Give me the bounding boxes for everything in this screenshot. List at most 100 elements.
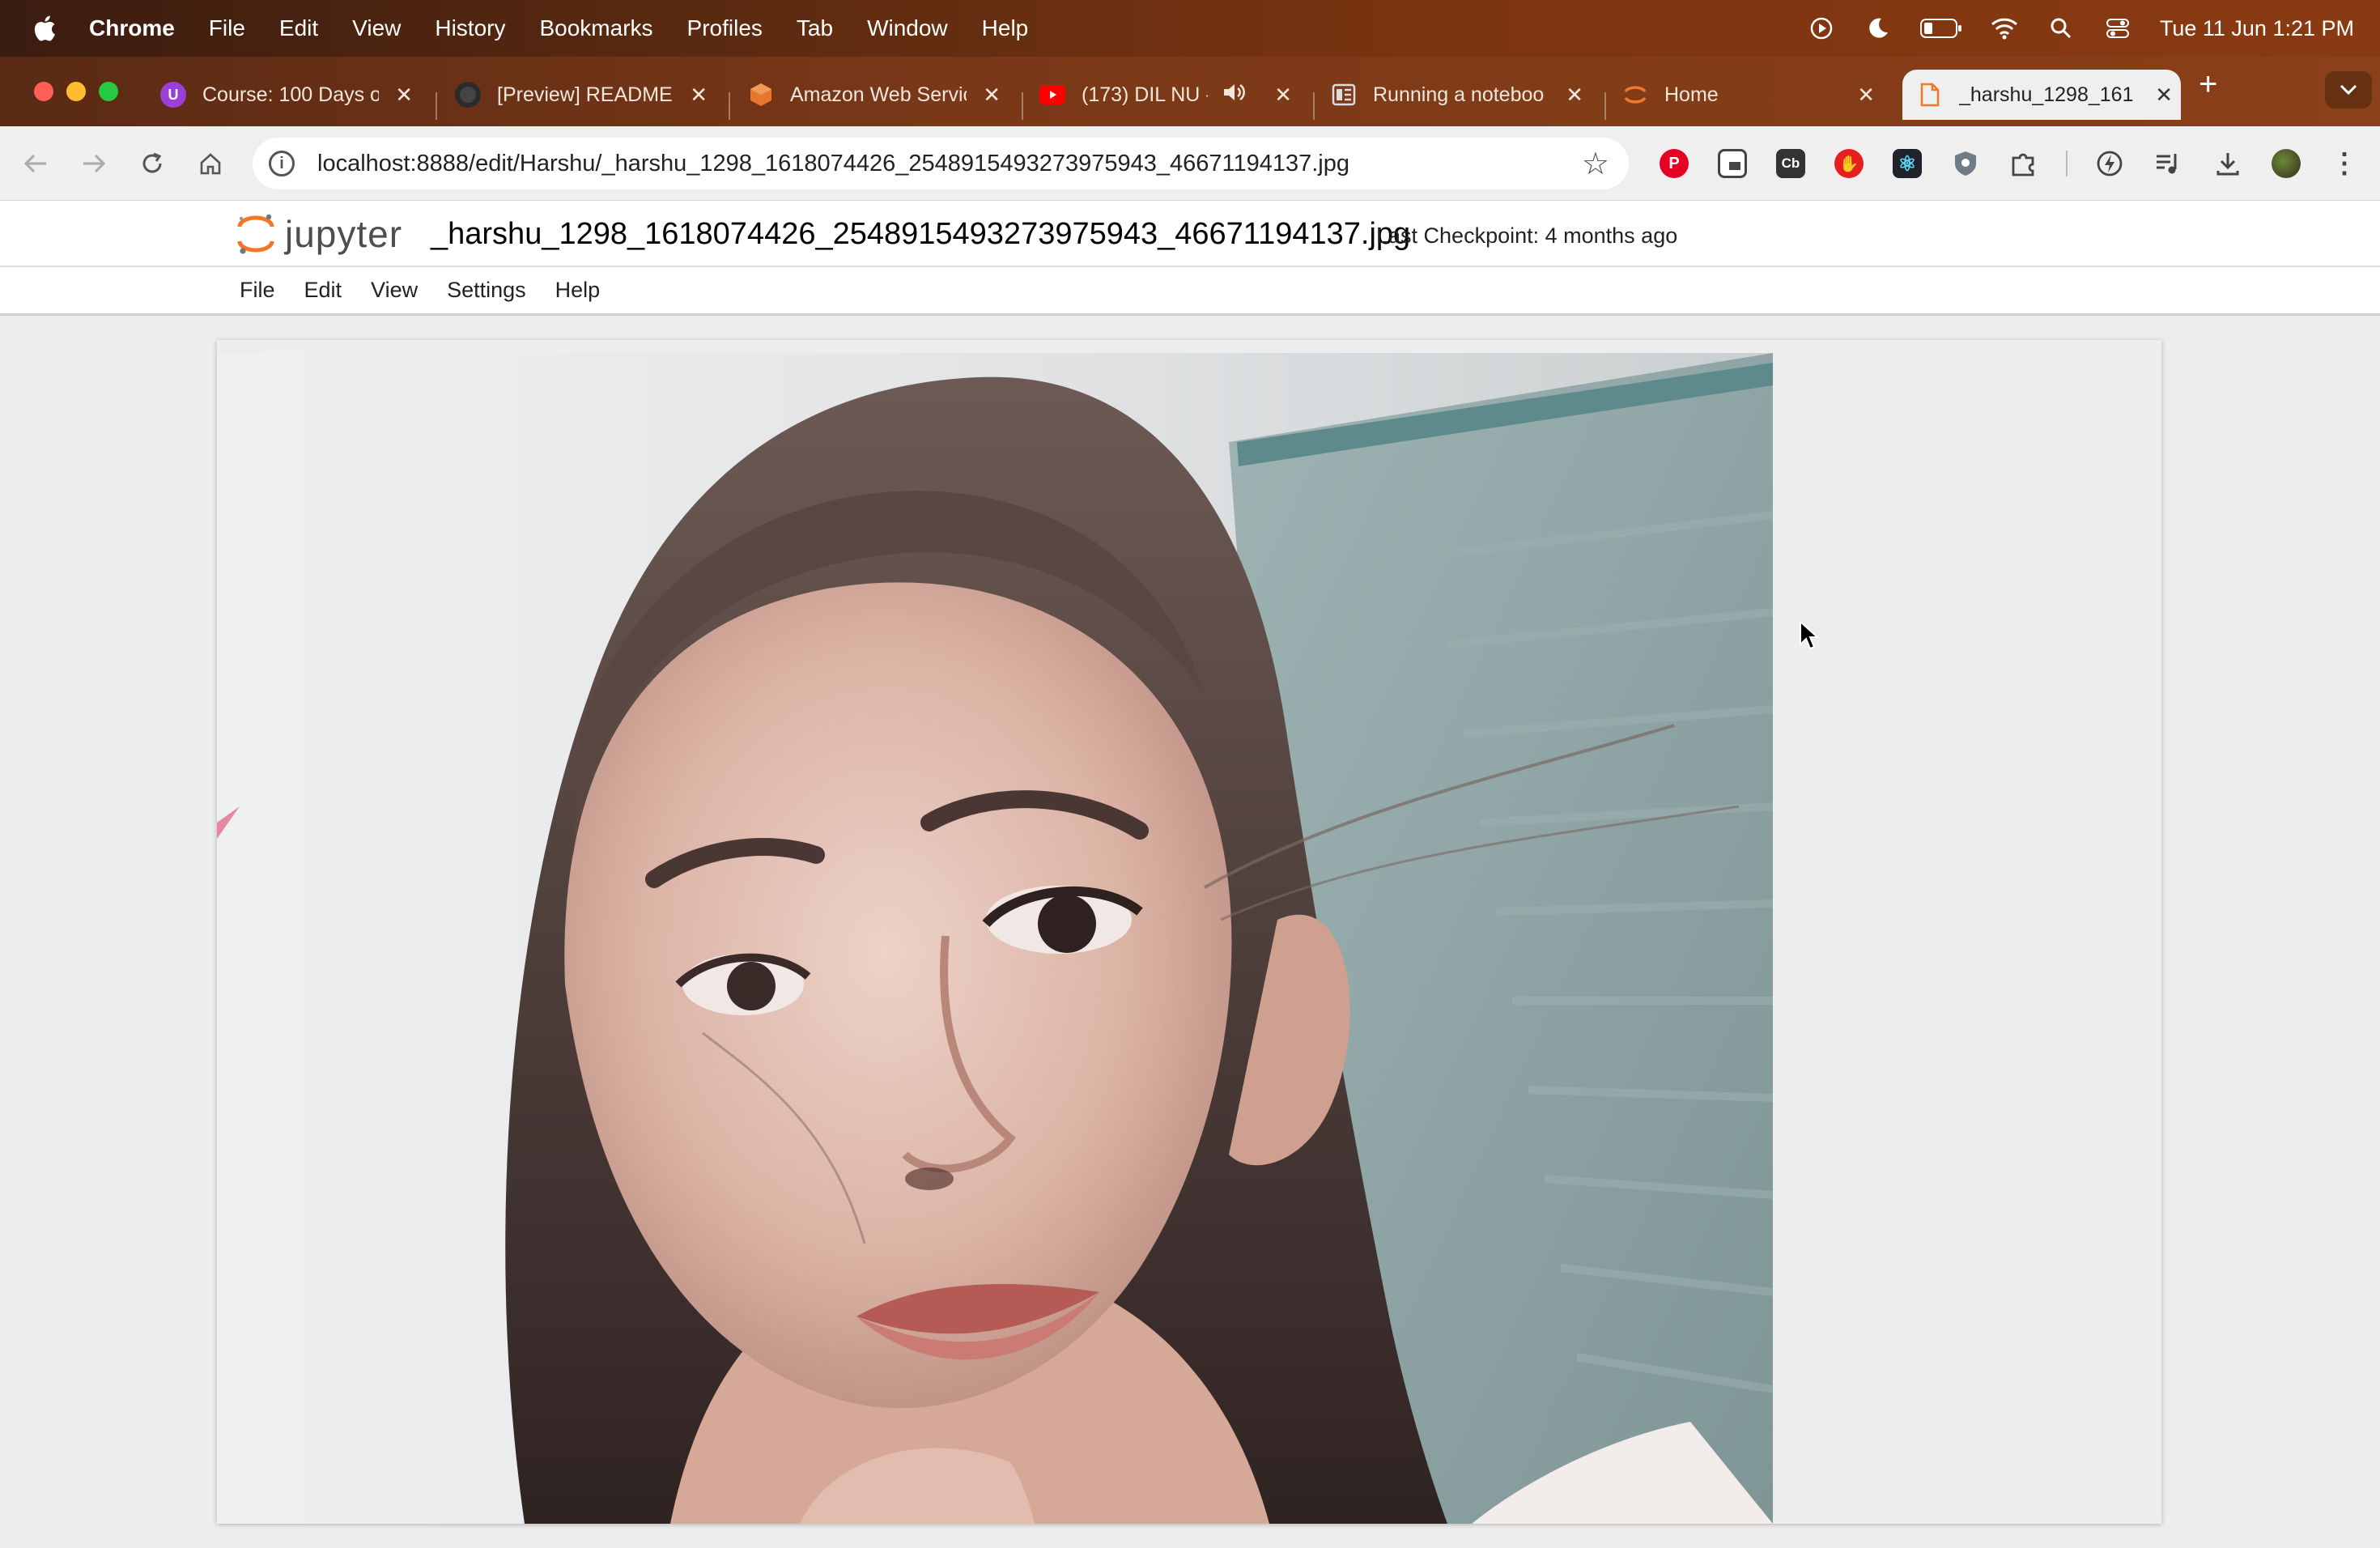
menu-history[interactable]: History <box>435 15 505 41</box>
window-close-button[interactable] <box>34 82 53 101</box>
tab-github-readme[interactable]: [Preview] README. ✕ <box>455 70 716 120</box>
tab-title: Course: 100 Days o <box>202 83 379 106</box>
youtube-icon <box>1039 82 1065 108</box>
close-icon[interactable]: ✕ <box>2155 83 2173 108</box>
file-title[interactable]: _harshu_1298_1618074426_2548915493273975… <box>431 217 1410 252</box>
tab-separator <box>1313 92 1315 120</box>
menu-view[interactable]: View <box>352 15 401 41</box>
home-icon <box>200 153 221 175</box>
jupyter-menu-edit[interactable]: Edit <box>304 278 342 303</box>
download-icon[interactable] <box>2213 149 2242 178</box>
jupyter-menu-help[interactable]: Help <box>555 278 601 303</box>
menu-app-chrome[interactable]: Chrome <box>89 15 175 41</box>
pip-inner <box>1729 162 1740 170</box>
close-icon[interactable]: ✕ <box>1566 83 1583 108</box>
menu-bookmarks[interactable]: Bookmarks <box>539 15 652 41</box>
toolbar-divider <box>2066 151 2068 176</box>
menu-help[interactable]: Help <box>982 15 1029 41</box>
react-devtools-icon[interactable]: ⚛ <box>1893 149 1922 178</box>
image-viewer-panel <box>217 340 2161 1524</box>
tab-separator <box>1022 92 1023 120</box>
close-icon[interactable]: ✕ <box>1857 83 1875 108</box>
new-tab-button[interactable]: + <box>2199 66 2217 103</box>
file-icon <box>1917 82 1943 108</box>
tab-title: [Preview] README. <box>497 83 674 106</box>
media-play-icon[interactable] <box>1807 14 1836 43</box>
performance-icon[interactable] <box>2095 149 2124 178</box>
control-center-icon[interactable] <box>2103 14 2132 43</box>
tab-youtube[interactable]: (173) DIL NU - A ✕ <box>1039 70 1300 120</box>
home-button[interactable] <box>191 144 230 183</box>
wifi-icon[interactable] <box>1990 14 2019 43</box>
macos-menu-bar: Chrome File Edit View History Bookmarks … <box>0 0 2380 57</box>
clock[interactable]: Tue 11 Jun 1:21 PM <box>2160 16 2354 41</box>
tab-search-button[interactable] <box>2325 71 2372 108</box>
extensions-puzzle-icon[interactable] <box>2009 149 2038 178</box>
close-icon[interactable]: ✕ <box>690 83 708 108</box>
tab-harshu-image[interactable]: _harshu_1298_161 ✕ <box>1902 70 2181 120</box>
speaker-icon[interactable] <box>1222 82 1245 108</box>
course-icon: U <box>160 82 186 108</box>
browser-tab-strip: U Course: 100 Days o ✕ [Preview] README.… <box>0 57 2380 126</box>
address-url[interactable]: localhost:8888/edit/Harshu/_harshu_1298_… <box>317 151 1349 177</box>
jupyter-menu-bar: File Edit View Settings Help <box>0 267 2380 316</box>
tab-title: Home <box>1664 83 1719 106</box>
jupyter-logo-icon <box>237 214 274 254</box>
arrow-left-icon <box>23 154 46 173</box>
tab-jupyter-home[interactable]: Home ✕ <box>1622 70 1883 120</box>
jupyter-menu-view[interactable]: View <box>371 278 418 303</box>
tab-separator <box>729 92 730 120</box>
close-icon[interactable]: ✕ <box>983 83 1001 108</box>
spotlight-search-icon[interactable] <box>2046 14 2076 43</box>
back-button[interactable] <box>16 144 55 183</box>
kebab-menu-icon[interactable]: ⋮ <box>2330 148 2359 179</box>
menu-edit[interactable]: Edit <box>279 15 318 41</box>
shield-extension-icon[interactable] <box>1951 149 1980 178</box>
notebook-icon <box>1331 82 1357 108</box>
jupyter-wordmark: jupyter <box>285 213 403 255</box>
jupyter-menu-file[interactable]: File <box>240 278 275 303</box>
site-info-icon[interactable]: i <box>269 151 295 176</box>
jupyter-header: jupyter _harshu_1298_1618074426_25489154… <box>0 201 2380 267</box>
tab-title: (173) DIL NU - A <box>1082 83 1208 106</box>
arrow-right-icon <box>83 154 106 173</box>
window-zoom-button[interactable] <box>99 82 118 101</box>
close-icon[interactable]: ✕ <box>1274 83 1292 108</box>
address-bar[interactable]: i localhost:8888/edit/Harshu/_harshu_129… <box>253 138 1629 189</box>
tab-separator <box>1604 92 1606 120</box>
menu-file[interactable]: File <box>209 15 245 41</box>
bookmark-star-icon[interactable]: ☆ <box>1582 146 1609 182</box>
aws-icon <box>748 82 774 108</box>
window-minimize-button[interactable] <box>66 82 86 101</box>
reload-icon <box>142 152 162 173</box>
apple-icon[interactable] <box>32 15 57 42</box>
battery-icon[interactable] <box>1919 14 1962 43</box>
red-hand-extension-icon[interactable]: ✋ <box>1834 149 1864 178</box>
tab-title: _harshu_1298_161 <box>1959 83 2134 106</box>
jupyter-logo[interactable]: jupyter <box>236 212 402 256</box>
moon-icon[interactable] <box>1864 14 1893 43</box>
tab-separator <box>436 92 437 120</box>
profile-avatar[interactable] <box>2272 149 2301 178</box>
browser-toolbar: i localhost:8888/edit/Harshu/_harshu_129… <box>0 126 2380 201</box>
tab-course[interactable]: U Course: 100 Days o ✕ <box>160 70 421 120</box>
jupyter-menu-settings[interactable]: Settings <box>447 278 526 303</box>
menu-profiles[interactable]: Profiles <box>687 15 763 41</box>
picture-in-picture-icon[interactable] <box>1718 149 1747 178</box>
tab-title: Running a noteboo <box>1373 83 1545 106</box>
github-icon <box>455 82 481 108</box>
media-controls-icon[interactable] <box>2153 149 2182 178</box>
forward-button[interactable] <box>74 144 113 183</box>
pinterest-extension-icon[interactable]: P <box>1660 149 1689 178</box>
jupyter-icon <box>1622 82 1648 108</box>
tab-aws[interactable]: Amazon Web Servic ✕ <box>748 70 1009 120</box>
last-checkpoint: Last Checkpoint: 4 months ago <box>1376 223 1678 248</box>
reload-button[interactable] <box>133 144 172 183</box>
tab-running-notebook[interactable]: Running a noteboo ✕ <box>1331 70 1592 120</box>
menu-tab[interactable]: Tab <box>797 15 833 41</box>
menu-window[interactable]: Window <box>867 15 948 41</box>
close-icon[interactable]: ✕ <box>395 83 413 108</box>
cb-extension-icon[interactable]: Cb <box>1776 149 1805 178</box>
jpg-image-preview <box>217 353 1773 1524</box>
chevron-down-icon <box>2340 84 2357 96</box>
